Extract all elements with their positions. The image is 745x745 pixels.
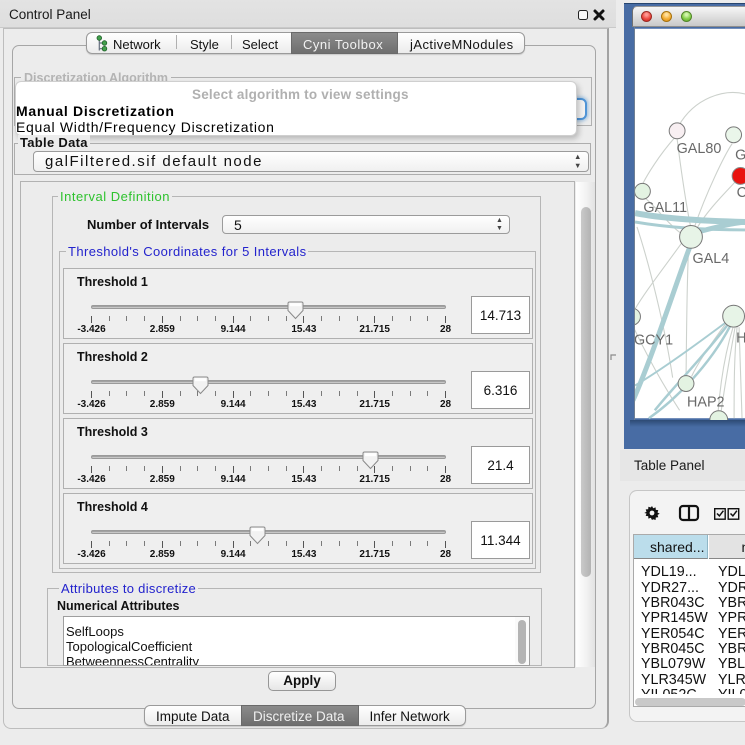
svg-text:H: H — [736, 330, 745, 346]
svg-text:GCY1: GCY1 — [634, 332, 673, 348]
svg-text:C: C — [736, 185, 745, 201]
svg-text:GAL11: GAL11 — [643, 200, 687, 216]
svg-text:GAL80: GAL80 — [676, 141, 721, 157]
svg-text:GAL4: GAL4 — [692, 251, 729, 267]
svg-text:GA: GA — [735, 148, 745, 164]
svg-text:HAP2: HAP2 — [687, 394, 725, 410]
